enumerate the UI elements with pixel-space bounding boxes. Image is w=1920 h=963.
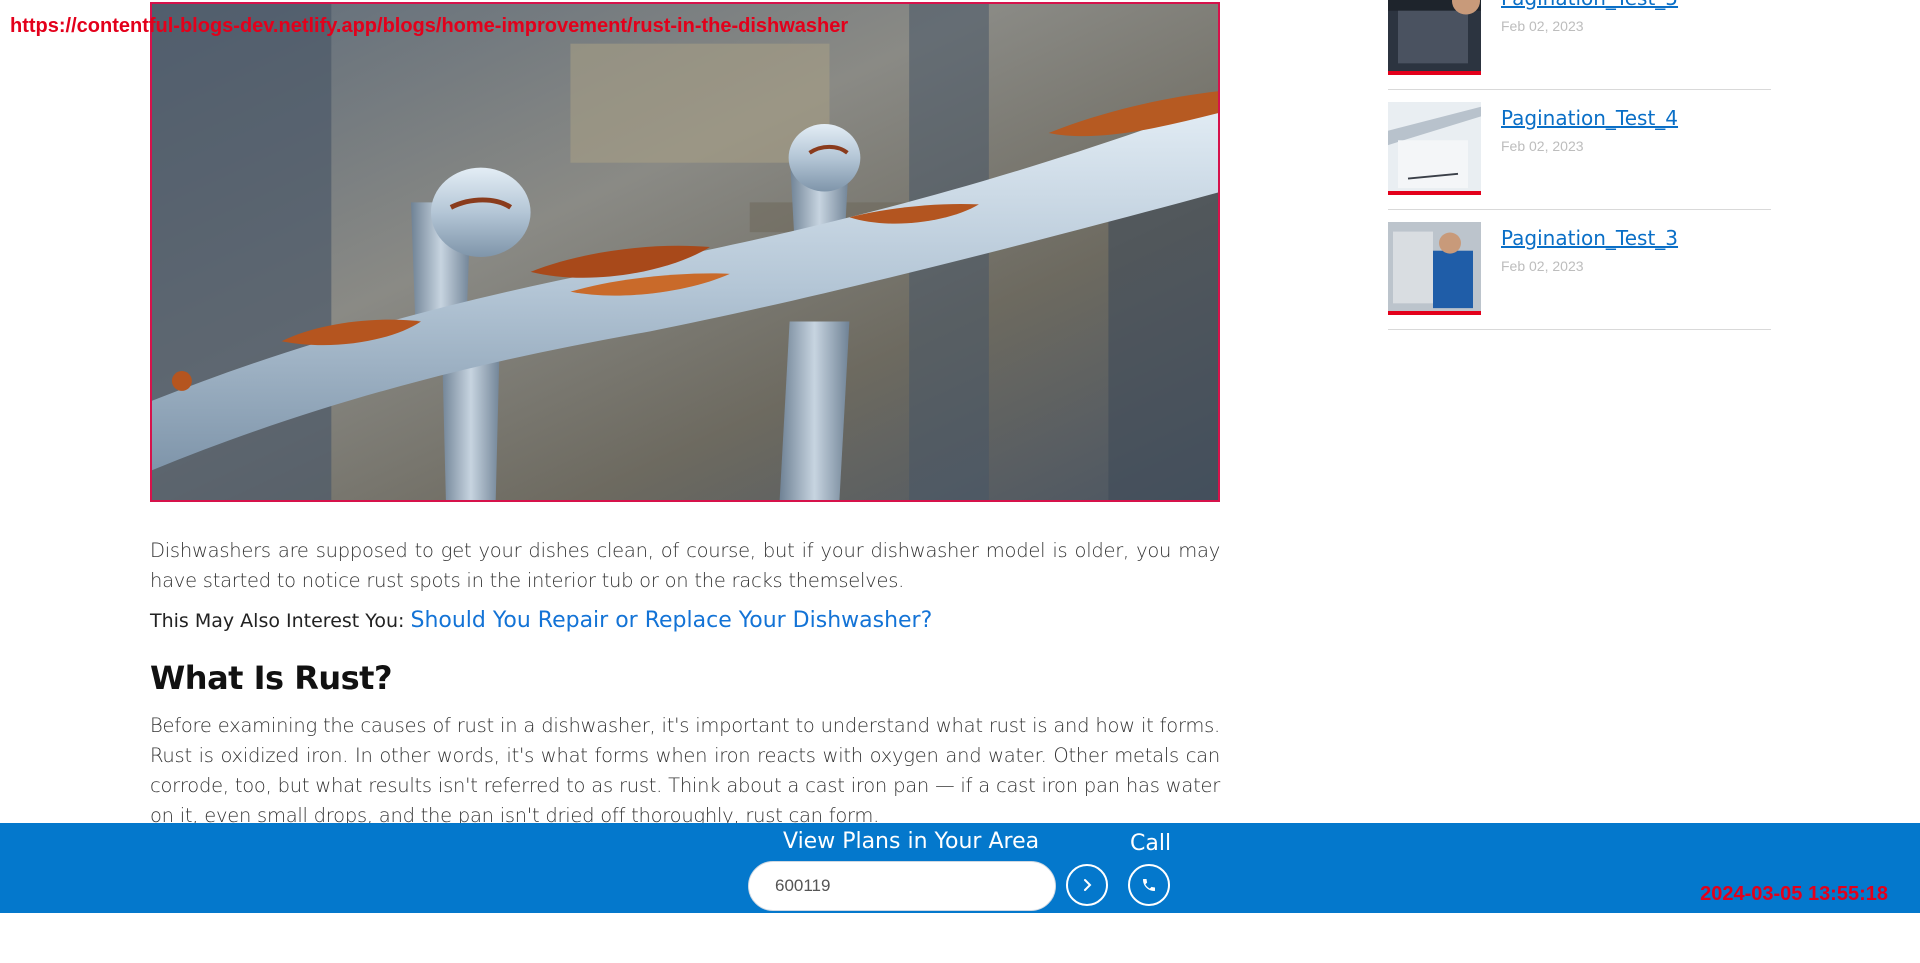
post-title[interactable]: Pagination_Test_4 xyxy=(1501,106,1678,130)
post-title[interactable]: Pagination_Test_5 xyxy=(1501,0,1678,10)
call-label: Call xyxy=(1130,831,1172,856)
post-thumbnail[interactable] xyxy=(1388,102,1481,195)
post-thumbnail[interactable] xyxy=(1388,222,1481,315)
phone-icon xyxy=(1143,879,1155,891)
post-item[interactable]: Pagination_Test_5 Feb 02, 2023 xyxy=(1388,0,1771,90)
call-button[interactable] xyxy=(1128,864,1170,906)
recent-posts-sidebar: Pagination_Test_5 Feb 02, 2023 Paginatio… xyxy=(1388,0,1771,330)
article-body: Dishwashers are supposed to get your dis… xyxy=(150,536,1220,831)
timestamp-overlay: 2024-03-05 13:55:18 xyxy=(1700,883,1888,905)
plans-bottom-bar: View Plans in Your Area Call xyxy=(0,823,1920,913)
zip-code-input[interactable] xyxy=(748,861,1056,911)
plans-title: View Plans in Your Area xyxy=(783,829,1040,854)
post-date: Feb 02, 2023 xyxy=(1501,18,1584,34)
post-title[interactable]: Pagination_Test_3 xyxy=(1501,226,1678,250)
post-item[interactable]: Pagination_Test_4 Feb 02, 2023 xyxy=(1388,90,1771,210)
post-item[interactable]: Pagination_Test_3 Feb 02, 2023 xyxy=(1388,210,1771,330)
section-paragraph: Before examining the causes of rust in a… xyxy=(150,714,1220,827)
chevron-right-icon xyxy=(1084,879,1092,891)
post-date: Feb 02, 2023 xyxy=(1501,258,1584,274)
related-article-label: This May Also Interest You: xyxy=(150,610,405,632)
section-heading: What Is Rust? xyxy=(150,659,393,697)
hero-image xyxy=(150,2,1220,502)
post-thumbnail[interactable] xyxy=(1388,0,1481,75)
intro-paragraph: Dishwashers are supposed to get your dis… xyxy=(150,539,1220,592)
related-article-link[interactable]: Should You Repair or Replace Your Dishwa… xyxy=(410,608,932,633)
url-overlay: https://contentful-blogs-dev.netlify.app… xyxy=(10,15,849,37)
related-article-line: This May Also Interest You: Should You R… xyxy=(150,608,1220,633)
rusty-rack-illustration xyxy=(152,4,1218,500)
post-date: Feb 02, 2023 xyxy=(1501,138,1584,154)
submit-zip-button[interactable] xyxy=(1066,864,1108,906)
